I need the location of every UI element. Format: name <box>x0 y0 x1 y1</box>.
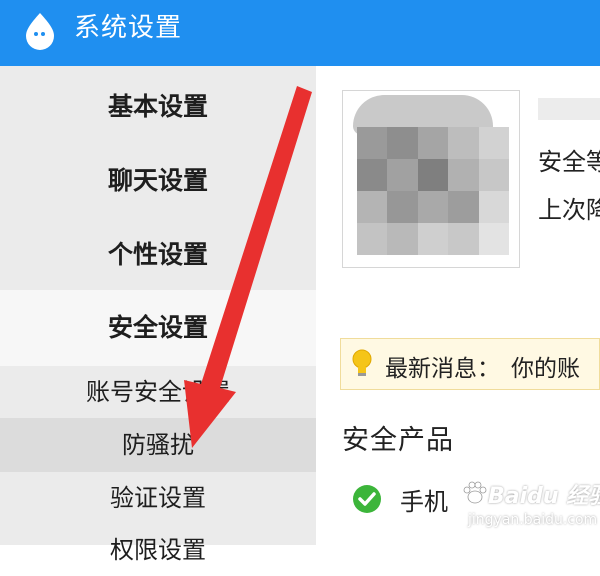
last-login-text: 上次降 <box>538 196 600 224</box>
sidebar-item-personal[interactable]: 个性设置 <box>0 230 316 280</box>
sidebar-nav: 基本设置 聊天设置 个性设置 安全设置 账号安全设置 防骚扰 验证设置 权限设置 <box>0 66 316 564</box>
baidu-jingyan-watermark: Baidu 经验 jingyan.baidu.com <box>462 478 600 536</box>
sidebar-subitem-anti-harassment[interactable]: 防骚扰 <box>0 418 316 472</box>
product-label-phone: 手机 <box>400 488 448 516</box>
watermark-main-text: Baidu 经验 <box>488 484 600 509</box>
nickname-blurred <box>538 98 600 120</box>
sidebar-item-chat[interactable]: 聊天设置 <box>0 156 316 206</box>
news-label: 最新消息： <box>385 356 500 382</box>
security-products-title: 安全产品 <box>342 425 454 456</box>
sidebar-subitem-permissions[interactable]: 权限设置 <box>0 524 316 576</box>
news-bar[interactable]: 最新消息： 你的账 <box>340 338 600 390</box>
paw-icon <box>463 481 487 504</box>
title-bar: 系统设置 <box>0 0 600 66</box>
green-check-icon <box>353 485 381 513</box>
news-text: 你的账 <box>511 356 580 382</box>
lightbulb-icon <box>352 349 372 376</box>
sidebar-subitem-verification[interactable]: 验证设置 <box>0 472 316 524</box>
app-logo-icon <box>26 13 54 50</box>
avatar[interactable] <box>342 90 520 268</box>
security-level-text: 安全等 <box>538 148 600 176</box>
sidebar-item-basic[interactable]: 基本设置 <box>0 82 316 132</box>
window-title: 系统设置 <box>74 13 183 43</box>
sidebar-item-security[interactable]: 安全设置 <box>0 290 316 366</box>
avatar-pixelated-image <box>357 127 509 255</box>
sidebar-subitem-account-security[interactable]: 账号安全设置 <box>0 366 316 418</box>
watermark-url-text: jingyan.baidu.com <box>468 512 598 528</box>
main-panel: 安全等 上次降 最新消息： 你的账 安全产品 手机 <box>316 66 600 545</box>
